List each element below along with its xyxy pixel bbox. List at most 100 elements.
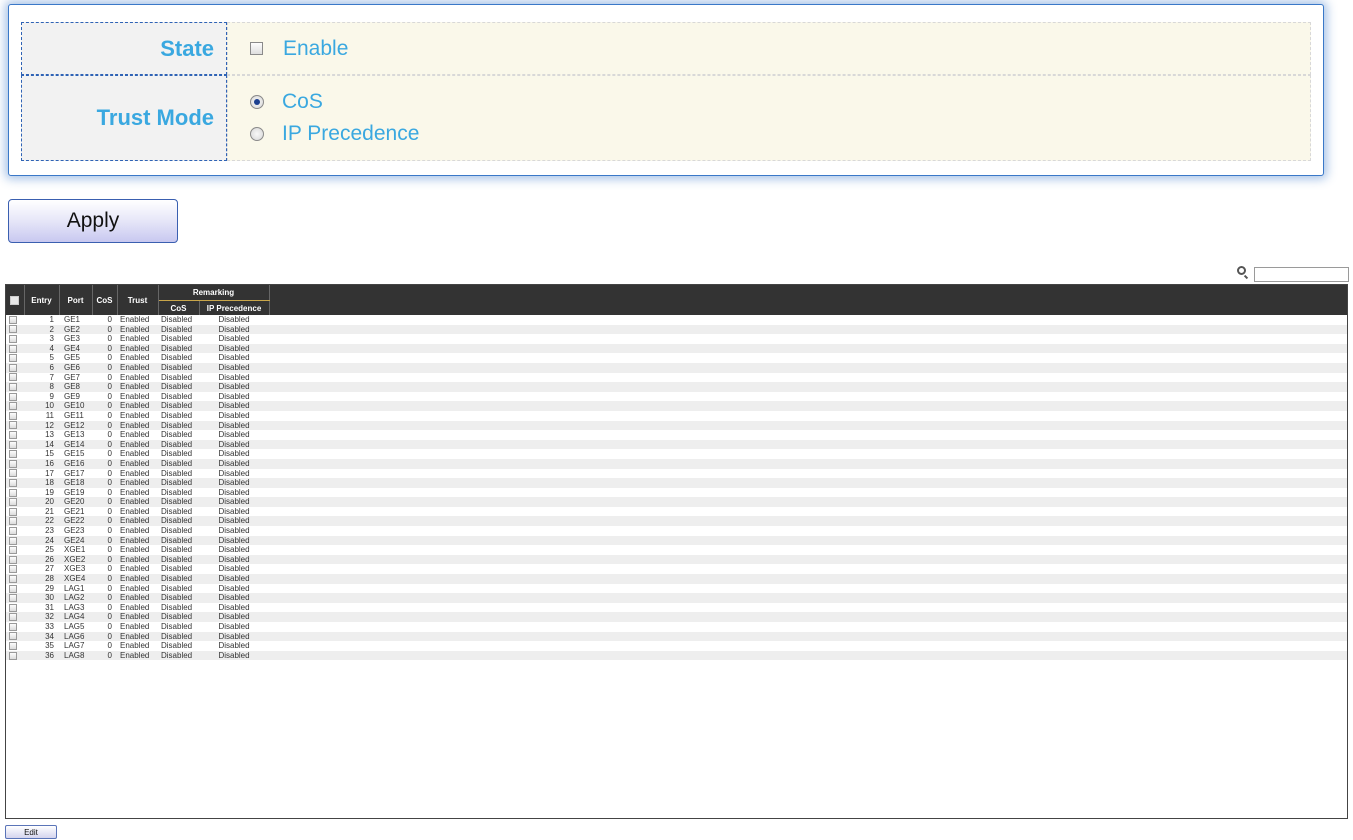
row-select-cell[interactable]: [6, 602, 24, 613]
row-select-cell[interactable]: [6, 641, 24, 651]
row-checkbox[interactable]: [9, 642, 17, 651]
table-row[interactable]: 13 GE13 0 Enabled Disabled Disabled: [6, 430, 1347, 440]
row-checkbox[interactable]: [9, 536, 17, 545]
row-select-cell[interactable]: [6, 449, 24, 459]
edit-button[interactable]: Edit: [5, 825, 57, 839]
table-row[interactable]: 17 GE17 0 Enabled Disabled Disabled: [6, 468, 1347, 479]
row-checkbox[interactable]: [9, 335, 17, 344]
row-select-cell[interactable]: [6, 391, 24, 402]
row-checkbox[interactable]: [9, 421, 17, 430]
table-row[interactable]: 32 LAG4 0 Enabled Disabled Disabled: [6, 612, 1347, 622]
table-row[interactable]: 23 GE23 0 Enabled Disabled Disabled: [6, 526, 1347, 536]
row-select-cell[interactable]: [6, 583, 24, 594]
table-row[interactable]: 1 GE1 0 Enabled Disabled Disabled: [6, 315, 1347, 325]
row-select-cell[interactable]: [6, 506, 24, 517]
trust-mode-option-ip-precedence[interactable]: IP Precedence: [250, 118, 1310, 150]
row-select-cell[interactable]: [6, 593, 24, 603]
table-row[interactable]: 14 GE14 0 Enabled Disabled Disabled: [6, 439, 1347, 450]
row-select-cell[interactable]: [6, 334, 24, 344]
select-all-checkbox[interactable]: [10, 295, 20, 305]
table-row[interactable]: 11 GE11 0 Enabled Disabled Disabled: [6, 410, 1347, 421]
state-enable-checkbox[interactable]: [250, 42, 263, 55]
table-row[interactable]: 20 GE20 0 Enabled Disabled Disabled: [6, 497, 1347, 507]
row-select-cell[interactable]: [6, 439, 24, 450]
cos-header[interactable]: CoS: [92, 285, 118, 315]
row-checkbox[interactable]: [9, 431, 17, 440]
table-row[interactable]: 26 XGE2 0 Enabled Disabled Disabled: [6, 554, 1347, 565]
table-row[interactable]: 21 GE21 0 Enabled Disabled Disabled: [6, 506, 1347, 517]
row-select-cell[interactable]: [6, 410, 24, 421]
row-checkbox[interactable]: [9, 450, 17, 459]
row-select-cell[interactable]: [6, 574, 24, 584]
row-select-cell[interactable]: [6, 353, 24, 363]
row-checkbox[interactable]: [9, 632, 17, 641]
row-checkbox[interactable]: [9, 517, 17, 526]
row-select-cell[interactable]: [6, 622, 24, 632]
row-checkbox[interactable]: [9, 613, 17, 622]
row-checkbox[interactable]: [9, 392, 17, 401]
row-checkbox[interactable]: [9, 546, 17, 555]
row-checkbox[interactable]: [9, 325, 17, 334]
table-row[interactable]: 12 GE12 0 Enabled Disabled Disabled: [6, 420, 1347, 431]
trust-mode-ip-precedence-radio[interactable]: [250, 127, 264, 141]
table-row[interactable]: 19 GE19 0 Enabled Disabled Disabled: [6, 487, 1347, 498]
row-checkbox[interactable]: [9, 507, 17, 516]
row-checkbox[interactable]: [9, 354, 17, 363]
row-checkbox[interactable]: [9, 584, 17, 593]
table-row[interactable]: 35 LAG7 0 Enabled Disabled Disabled: [6, 641, 1347, 651]
row-select-cell[interactable]: [6, 535, 24, 546]
row-checkbox[interactable]: [9, 488, 17, 497]
row-checkbox[interactable]: [9, 622, 17, 631]
row-checkbox[interactable]: [9, 498, 17, 507]
row-select-cell[interactable]: [6, 612, 24, 622]
table-row[interactable]: 29 LAG1 0 Enabled Disabled Disabled: [6, 583, 1347, 594]
row-select-cell[interactable]: [6, 343, 24, 354]
row-select-cell[interactable]: [6, 545, 24, 555]
row-select-cell[interactable]: [6, 478, 24, 488]
table-row[interactable]: 8 GE8 0 Enabled Disabled Disabled: [6, 382, 1347, 392]
row-select-cell[interactable]: [6, 497, 24, 507]
table-row[interactable]: 9 GE9 0 Enabled Disabled Disabled: [6, 391, 1347, 402]
table-row[interactable]: 15 GE15 0 Enabled Disabled Disabled: [6, 449, 1347, 459]
row-select-cell[interactable]: [6, 526, 24, 536]
trust-header[interactable]: Trust: [117, 285, 159, 315]
row-select-cell[interactable]: [6, 430, 24, 440]
row-checkbox[interactable]: [9, 411, 17, 420]
row-select-cell[interactable]: [6, 324, 24, 335]
row-checkbox[interactable]: [9, 555, 17, 564]
row-select-cell[interactable]: [6, 468, 24, 479]
table-row[interactable]: 33 LAG5 0 Enabled Disabled Disabled: [6, 622, 1347, 632]
trust-mode-cos-radio[interactable]: [250, 95, 264, 109]
table-row[interactable]: 2 GE2 0 Enabled Disabled Disabled: [6, 324, 1347, 335]
table-row[interactable]: 6 GE6 0 Enabled Disabled Disabled: [6, 362, 1347, 373]
row-select-cell[interactable]: [6, 516, 24, 527]
table-row[interactable]: 34 LAG6 0 Enabled Disabled Disabled: [6, 631, 1347, 642]
row-select-cell[interactable]: [6, 631, 24, 642]
select-all-header[interactable]: [6, 285, 25, 315]
remark-ip-precedence-header[interactable]: IP Precedence: [199, 300, 270, 315]
row-checkbox[interactable]: [9, 478, 17, 487]
row-checkbox[interactable]: [9, 526, 17, 535]
remark-cos-header[interactable]: CoS: [158, 300, 200, 315]
table-row[interactable]: 31 LAG3 0 Enabled Disabled Disabled: [6, 602, 1347, 613]
port-header[interactable]: Port: [59, 285, 93, 315]
table-row[interactable]: 4 GE4 0 Enabled Disabled Disabled: [6, 343, 1347, 354]
row-checkbox[interactable]: [9, 565, 17, 574]
row-select-cell[interactable]: [6, 382, 24, 392]
search-icon[interactable]: [1237, 266, 1246, 275]
table-row[interactable]: 25 XGE1 0 Enabled Disabled Disabled: [6, 545, 1347, 555]
row-checkbox[interactable]: [9, 402, 17, 411]
row-checkbox[interactable]: [9, 383, 17, 392]
row-select-cell[interactable]: [6, 564, 24, 575]
table-row[interactable]: 18 GE18 0 Enabled Disabled Disabled: [6, 478, 1347, 488]
row-select-cell[interactable]: [6, 650, 24, 661]
trust-mode-option-cos[interactable]: CoS: [250, 86, 1310, 118]
apply-button[interactable]: Apply: [8, 199, 178, 243]
row-checkbox[interactable]: [9, 594, 17, 603]
table-row[interactable]: 30 LAG2 0 Enabled Disabled Disabled: [6, 593, 1347, 603]
row-select-cell[interactable]: [6, 362, 24, 373]
row-checkbox[interactable]: [9, 469, 17, 478]
row-select-cell[interactable]: [6, 372, 24, 383]
row-checkbox[interactable]: [9, 315, 17, 324]
entry-header[interactable]: Entry: [24, 285, 60, 315]
